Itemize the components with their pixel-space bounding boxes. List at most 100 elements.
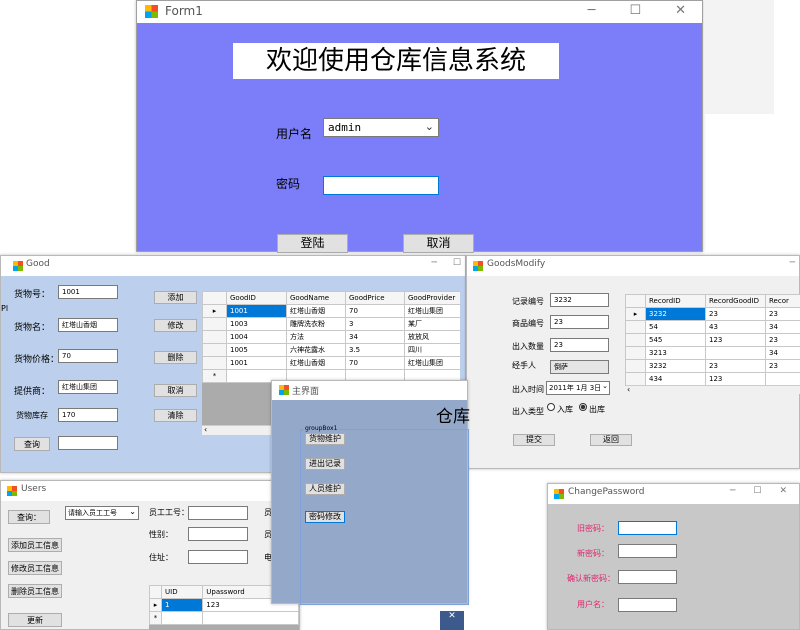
goods-id-input[interactable]: 23 bbox=[550, 315, 609, 329]
maximize-icon[interactable]: ☐ bbox=[753, 486, 761, 496]
add-employee-button[interactable]: 添加员工信息 bbox=[8, 538, 62, 552]
minimize-icon[interactable]: ─ bbox=[588, 3, 596, 18]
minimize-icon[interactable]: ─ bbox=[432, 258, 437, 268]
back-button[interactable]: 返回 bbox=[590, 434, 632, 446]
chevron-down-icon[interactable]: ⌄ bbox=[425, 120, 434, 133]
good-col-provider[interactable]: GoodProvider bbox=[404, 291, 460, 305]
staff-maintain-button[interactable]: 人员维护 bbox=[305, 483, 345, 495]
username-label: 用户名： bbox=[577, 600, 609, 609]
good-col-id[interactable]: GoodID bbox=[226, 291, 287, 305]
table-row[interactable]: 545 123 23 bbox=[625, 333, 800, 347]
good-col-name[interactable]: GoodName bbox=[286, 291, 346, 305]
radio-in[interactable] bbox=[547, 403, 555, 411]
form1-banner: 欢迎使用仓库信息系统 bbox=[233, 43, 559, 79]
good-title: Good bbox=[26, 259, 50, 269]
password-input[interactable] bbox=[323, 176, 439, 195]
changepwd-title: ChangePassword bbox=[568, 487, 645, 497]
handler-input[interactable]: 倒萨 bbox=[550, 360, 609, 374]
chevron-down-icon[interactable]: ⌄ bbox=[602, 382, 608, 390]
table-row[interactable]: 434 123 bbox=[625, 372, 800, 386]
users-titlebar[interactable]: Users bbox=[1, 481, 299, 501]
record-id-label: 记录编号 bbox=[512, 297, 544, 306]
close-icon[interactable]: ✕ bbox=[779, 486, 787, 496]
good-add-button[interactable]: 添加 bbox=[154, 291, 197, 304]
maximize-icon[interactable]: ☐ bbox=[453, 258, 461, 268]
old-password-input[interactable] bbox=[618, 521, 677, 535]
good-query-input[interactable] bbox=[58, 436, 118, 450]
scroll-left-icon[interactable]: ‹ bbox=[204, 425, 207, 434]
minimize-icon[interactable]: ─ bbox=[790, 258, 795, 268]
update-button[interactable]: 更新 bbox=[8, 613, 62, 627]
good-stock-input[interactable]: 170 bbox=[58, 408, 118, 422]
goodsmodify-titlebar[interactable]: GoodsModify ─ bbox=[467, 256, 799, 276]
good-col-price[interactable]: GoodPrice bbox=[345, 291, 405, 305]
table-row[interactable]: ▸ 3232 23 23 bbox=[625, 307, 800, 321]
new-password-label: 新密码： bbox=[577, 549, 609, 558]
new-password-input[interactable] bbox=[618, 544, 677, 558]
table-row-new[interactable]: * bbox=[149, 611, 299, 625]
good-modify-button[interactable]: 修改 bbox=[154, 319, 197, 332]
app-icon bbox=[7, 486, 17, 496]
change-password-button[interactable]: 密码修改 bbox=[305, 511, 345, 523]
chevron-down-icon[interactable]: ⌄ bbox=[129, 507, 136, 516]
delete-employee-button[interactable]: 删除员工信息 bbox=[8, 584, 62, 598]
users-combo-text: 请输入员工工号 bbox=[68, 509, 117, 517]
goodsmodify-window: GoodsModify ─ 记录编号 3232 商品编号 23 出入数量 23 … bbox=[466, 255, 800, 469]
goods-maintain-button[interactable]: 货物维护 bbox=[305, 433, 345, 445]
username-label: 用户名 bbox=[276, 127, 313, 141]
table-row[interactable]: 1001 红塔山香烟 70 红塔山集团 bbox=[202, 356, 460, 370]
goodsmodify-title: GoodsModify bbox=[487, 259, 546, 269]
table-row[interactable]: ▸ 1001 红塔山香烟 70 红塔山集团 bbox=[202, 304, 460, 318]
emp-sex-input[interactable] bbox=[188, 527, 248, 541]
radio-out[interactable] bbox=[579, 403, 587, 411]
record-grid-hscrollbar[interactable]: ‹ bbox=[625, 385, 800, 394]
table-row[interactable]: 3232 23 23 bbox=[625, 359, 800, 373]
row-pointer-icon: ▸ bbox=[149, 598, 162, 612]
record-col-id[interactable]: RecordID bbox=[645, 294, 706, 308]
date-picker[interactable]: 2011年 1月 3日 ⌄ bbox=[546, 381, 610, 395]
good-clear-button[interactable]: 清除 bbox=[154, 409, 197, 422]
emp-addr-input[interactable] bbox=[188, 550, 248, 564]
main-titlebar[interactable]: 主界面 bbox=[272, 381, 467, 400]
table-row[interactable]: 1004 方法 34 放放风 bbox=[202, 330, 460, 344]
close-icon[interactable]: ✕ bbox=[675, 3, 686, 18]
changepwd-titlebar[interactable]: ChangePassword ─ ☐ ✕ bbox=[548, 484, 799, 504]
submit-button[interactable]: 提交 bbox=[513, 434, 555, 446]
good-cancel-button[interactable]: 取消 bbox=[154, 384, 197, 397]
scroll-left-icon[interactable]: ‹ bbox=[627, 385, 630, 394]
users-search-combo[interactable]: 请输入员工工号 ⌄ bbox=[65, 506, 139, 520]
cancel-button[interactable]: 取消 bbox=[403, 234, 474, 253]
minimize-icon[interactable]: ─ bbox=[730, 486, 735, 496]
users-query-button[interactable]: 查询： bbox=[8, 510, 50, 524]
good-price-input[interactable]: 70 bbox=[58, 349, 118, 363]
table-row[interactable]: 1003 雕牌洗衣粉 3 某厂 bbox=[202, 317, 460, 331]
records-button[interactable]: 进出记录 bbox=[305, 458, 345, 470]
row-pointer-icon: ▸ bbox=[625, 307, 646, 321]
password-label: 密码 bbox=[276, 177, 301, 191]
confirm-password-input[interactable] bbox=[618, 570, 677, 584]
good-provider-input[interactable]: 红塔山集团 bbox=[58, 380, 118, 394]
record-col-goodid[interactable]: RecordGoodID bbox=[705, 294, 766, 308]
table-row[interactable]: 1005 六神花露水 3.5 四川 bbox=[202, 343, 460, 357]
username-input[interactable] bbox=[618, 598, 677, 612]
users-col-uid[interactable]: UID bbox=[160, 585, 204, 599]
table-row[interactable]: 3213 34 bbox=[625, 346, 800, 360]
good-id-input[interactable]: 1001 bbox=[58, 285, 118, 299]
emp-id-input[interactable] bbox=[188, 506, 248, 520]
good-query-button[interactable]: 查询 bbox=[14, 437, 50, 451]
record-id-input[interactable]: 3232 bbox=[550, 293, 609, 307]
close-icon[interactable]: ✕ bbox=[448, 611, 456, 621]
maximize-icon[interactable]: ☐ bbox=[629, 3, 641, 18]
username-combo[interactable]: admin ⌄ bbox=[323, 118, 439, 137]
changepwd-window: ChangePassword ─ ☐ ✕ 旧密码： 新密码： 确认新密码： 用户… bbox=[547, 483, 800, 630]
login-button[interactable]: 登陆 bbox=[277, 234, 348, 253]
modify-employee-button[interactable]: 修改员工信息 bbox=[8, 561, 62, 575]
form1-titlebar[interactable]: Form1 ─ ☐ ✕ bbox=[137, 1, 702, 23]
good-delete-button[interactable]: 删除 bbox=[154, 351, 197, 364]
good-titlebar[interactable]: Good ─ ☐ bbox=[1, 256, 465, 276]
good-name-input[interactable]: 红塔山香烟 bbox=[58, 318, 118, 332]
table-row[interactable]: 54 43 34 bbox=[625, 320, 800, 334]
record-grid[interactable]: RecordID RecordGoodID Recor ▸ 3232 23 23… bbox=[625, 294, 800, 394]
record-col-more[interactable]: Recor bbox=[765, 294, 800, 308]
quantity-input[interactable]: 23 bbox=[550, 338, 609, 352]
